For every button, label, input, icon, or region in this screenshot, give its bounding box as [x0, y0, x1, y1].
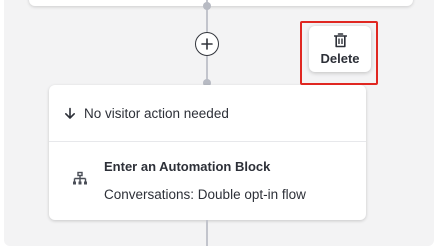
card-divider	[49, 141, 366, 142]
flow-canvas: No visitor action needed Enter an Automa…	[4, 0, 434, 246]
trigger-label: No visitor action needed	[84, 105, 229, 121]
previous-step-card[interactable]	[29, 0, 413, 6]
hierarchy-icon	[73, 171, 87, 185]
add-step-button[interactable]	[195, 32, 219, 56]
block-subtitle: Conversations: Double opt-in flow	[104, 187, 306, 202]
delete-highlight-box	[300, 21, 378, 85]
block-title: Enter an Automation Block	[104, 159, 271, 174]
automation-step-card[interactable]: No visitor action needed Enter an Automa…	[49, 85, 366, 220]
arrow-down-icon	[65, 107, 75, 119]
connector-line	[206, 220, 208, 246]
trigger-row: No visitor action needed	[49, 85, 366, 141]
connector-dot	[203, 2, 211, 10]
plus-icon	[201, 38, 213, 50]
connector-line	[206, 56, 208, 80]
